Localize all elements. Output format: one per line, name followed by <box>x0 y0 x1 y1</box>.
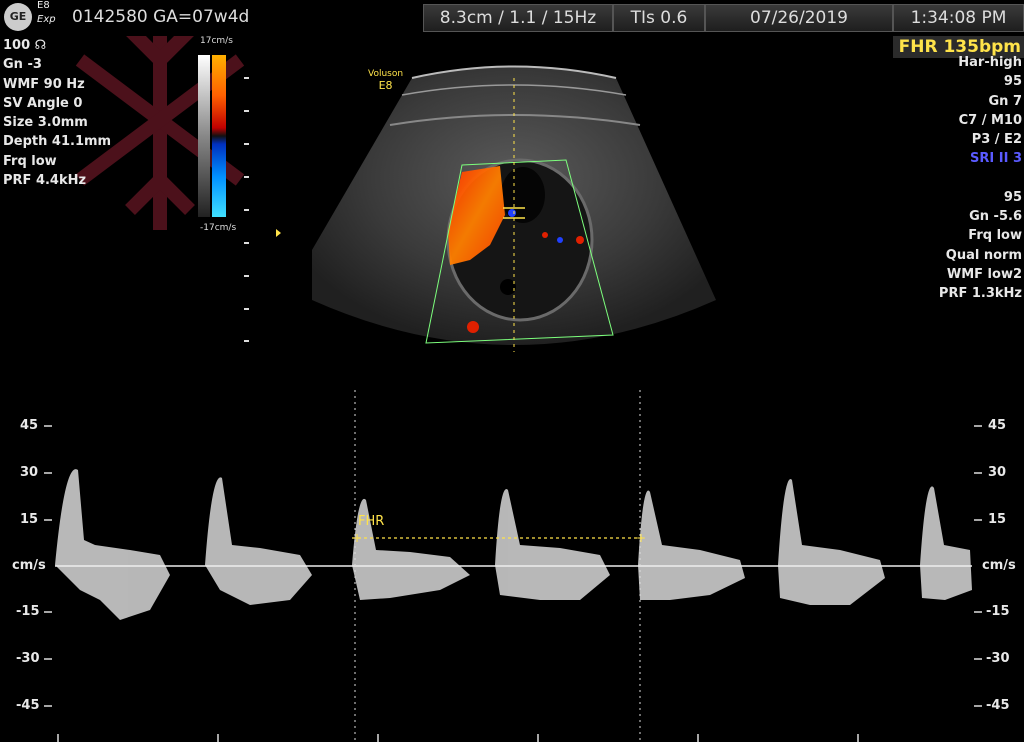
velocity-tick-left: 15 <box>20 512 39 527</box>
fhr-caliper-label: FHR <box>358 514 385 529</box>
ultrasound-image: + + <box>44 65 982 742</box>
svg-text:+: + <box>636 531 646 545</box>
velocity-tick-left: -15 <box>16 604 40 619</box>
velocity-unit-right: cm/s <box>982 558 1016 573</box>
velocity-tick-right: -45 <box>986 698 1010 713</box>
velocity-tick-right: 15 <box>988 512 1007 527</box>
velocity-tick-left: 45 <box>20 418 39 433</box>
velocity-tick-right: -30 <box>986 651 1010 666</box>
velocity-tick-left: -45 <box>16 698 40 713</box>
velocity-tick-right: 45 <box>988 418 1007 433</box>
velocity-tick-left: -30 <box>16 651 40 666</box>
doppler-spectrum <box>55 469 972 620</box>
svg-text:+: + <box>352 531 362 545</box>
velocity-tick-right: -15 <box>986 604 1010 619</box>
velocity-unit-left: cm/s <box>12 558 46 573</box>
velocity-tick-right: 30 <box>988 465 1007 480</box>
velocity-tick-left: 30 <box>20 465 39 480</box>
